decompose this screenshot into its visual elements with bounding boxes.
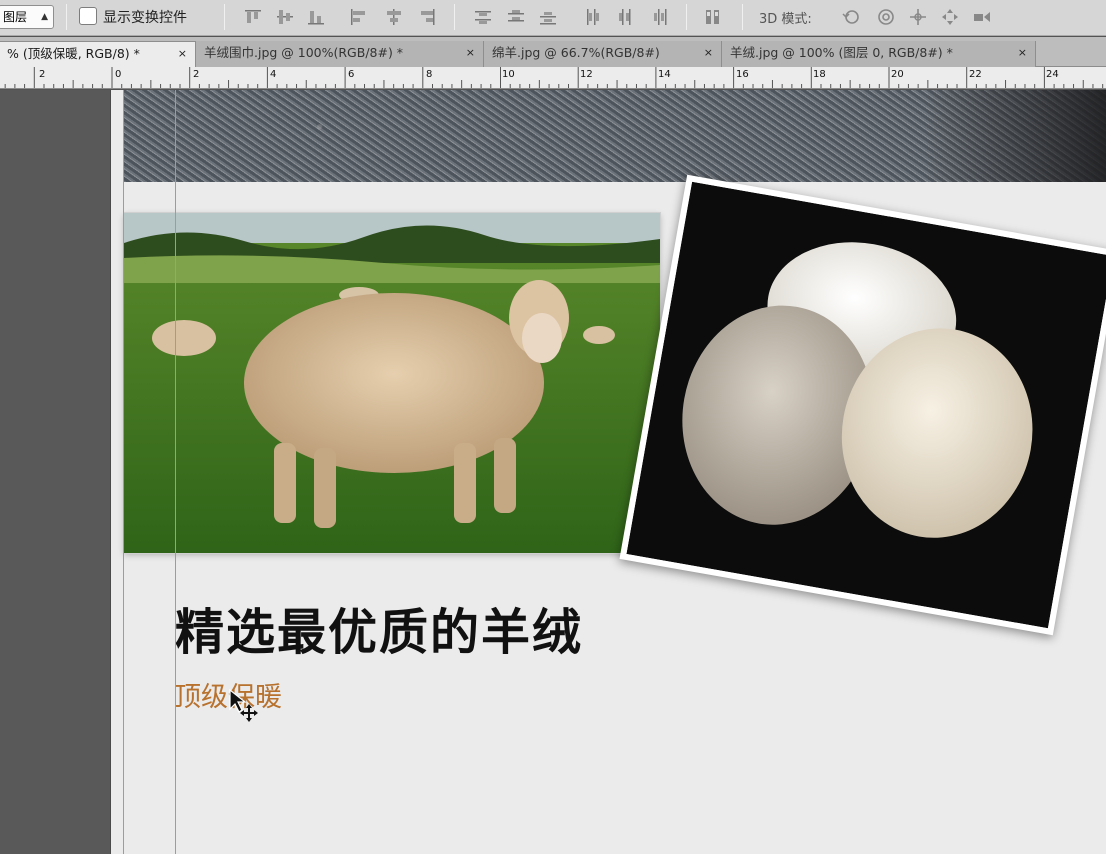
close-icon[interactable]: × <box>178 42 187 66</box>
tab-document-active[interactable]: % (顶级保暖, RGB/8) * × <box>0 41 196 67</box>
sheep-photo-layer[interactable] <box>124 213 660 553</box>
ruler-label: 14 <box>658 69 671 80</box>
3d-scale-icon[interactable] <box>972 7 992 27</box>
ruler-label: 22 <box>969 69 982 80</box>
align-vertical-centers-icon[interactable] <box>275 7 295 27</box>
ruler-label: 24 <box>1046 69 1059 80</box>
show-transform-controls-checkbox[interactable] <box>79 7 97 25</box>
3d-mode-label: 3D 模式: <box>759 12 812 27</box>
pasteboard <box>0 90 110 854</box>
3d-pan-icon[interactable] <box>908 7 928 27</box>
close-icon[interactable]: × <box>1018 41 1027 65</box>
close-icon[interactable]: × <box>466 41 475 65</box>
horizontal-ruler[interactable]: 2 0 2 4 6 8 10 12 14 16 18 20 22 24 <box>0 67 1106 89</box>
cashmere-image <box>626 181 1106 629</box>
distribute-vcenter-icon[interactable] <box>506 7 526 27</box>
close-icon[interactable]: × <box>704 41 713 65</box>
align-horizontal-centers-icon[interactable] <box>384 7 404 27</box>
document-tab-bar: % (顶级保暖, RGB/8) * × 羊绒围巾.jpg @ 100%(RGB/… <box>0 37 1106 67</box>
3d-rotate-icon[interactable] <box>842 7 862 27</box>
ruler-label: 2 <box>39 69 46 80</box>
ruler-ticks <box>4 67 1104 88</box>
move-cursor-icon <box>228 688 262 723</box>
ruler-label: 10 <box>502 69 515 80</box>
separator <box>224 4 225 30</box>
ruler-label: 16 <box>736 69 749 80</box>
auto-align-icon[interactable] <box>703 7 723 27</box>
ruler-label: 18 <box>813 69 826 80</box>
tab-cashmere[interactable]: 羊绒.jpg @ 100% (图层 0, RGB/8#) * × <box>722 41 1036 67</box>
ruler-label: 12 <box>580 69 593 80</box>
separator <box>454 4 455 30</box>
align-left-edges-icon[interactable] <box>348 7 368 27</box>
sheep-image <box>124 213 660 553</box>
vertical-guide[interactable] <box>175 90 176 854</box>
ruler-label: 20 <box>891 69 904 80</box>
3d-roll-icon[interactable] <box>876 7 896 27</box>
ruler-label: 8 <box>426 69 433 80</box>
auto-select-dropdown[interactable]: 图层 ▲ <box>0 5 54 29</box>
cashmere-photo-layer[interactable] <box>619 174 1106 636</box>
distribute-top-icon[interactable] <box>473 7 493 27</box>
tab-label: 羊绒围巾.jpg @ 100%(RGB/8#) * <box>204 45 404 60</box>
tab-label: 羊绒.jpg @ 100% (图层 0, RGB/8#) * <box>730 45 953 60</box>
show-transform-controls-label: 显示变换控件 <box>103 10 187 26</box>
align-top-edges-icon[interactable] <box>243 7 263 27</box>
wool-texture-banner <box>123 90 1106 182</box>
ruler-label: 0 <box>115 69 122 80</box>
separator <box>742 4 743 30</box>
ruler-label: 4 <box>270 69 277 80</box>
tab-label: 绵羊.jpg @ 66.7%(RGB/8#) <box>492 45 660 60</box>
distribute-hcenter-icon[interactable] <box>616 7 636 27</box>
headline-text-layer[interactable]: 精选最优质的羊绒 <box>175 593 583 664</box>
dropdown-arrow-icon: ▲ <box>41 12 48 22</box>
vertical-guide[interactable] <box>123 90 124 854</box>
align-right-edges-icon[interactable] <box>417 7 437 27</box>
ruler-label: 2 <box>193 69 200 80</box>
auto-select-value: 图层 <box>3 10 28 24</box>
align-bottom-edges-icon[interactable] <box>306 7 326 27</box>
tab-label: % (顶级保暖, RGB/8) * <box>7 46 140 61</box>
distribute-right-icon[interactable] <box>649 7 669 27</box>
tab-sheep[interactable]: 绵羊.jpg @ 66.7%(RGB/8#) × <box>484 41 722 67</box>
distribute-left-icon[interactable] <box>583 7 603 27</box>
ruler-label: 6 <box>348 69 355 80</box>
options-bar: 图层 ▲ 显示变换控件 3D 模式: <box>0 0 1106 36</box>
distribute-bottom-icon[interactable] <box>538 7 558 27</box>
separator <box>66 4 67 30</box>
separator <box>686 4 687 30</box>
3d-slide-icon[interactable] <box>940 7 960 27</box>
tab-cashmere-scarf[interactable]: 羊绒围巾.jpg @ 100%(RGB/8#) * × <box>196 41 484 67</box>
